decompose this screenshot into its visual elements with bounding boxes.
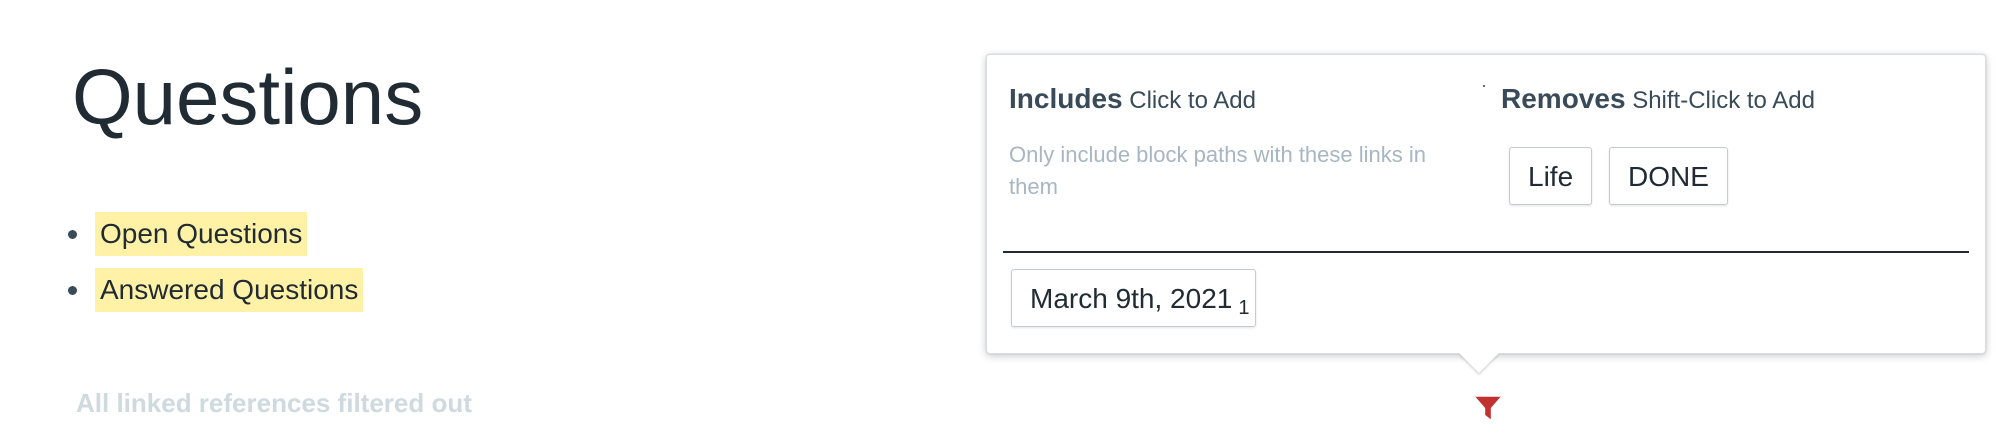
filter-icon[interactable] bbox=[1474, 394, 1502, 422]
tag-label: March 9th, 2021 bbox=[1030, 283, 1233, 314]
available-tag-date-button[interactable]: March 9th, 2021 1 bbox=[1011, 269, 1257, 327]
removed-tag-life-button[interactable]: Life bbox=[1509, 147, 1593, 205]
removes-hint: Shift-Click to Add bbox=[1632, 87, 1815, 114]
page-title[interactable]: Questions bbox=[72, 52, 423, 142]
page-link-open-questions[interactable]: Open Questions bbox=[95, 212, 308, 256]
popover-arrow bbox=[1459, 353, 1499, 373]
list-item: Open Questions bbox=[60, 212, 363, 256]
separator-dot bbox=[1483, 85, 1485, 87]
includes-header: Includes Click to Add bbox=[1009, 83, 1256, 117]
list-item: Answered Questions bbox=[60, 268, 364, 312]
block-list: Open Questions Answered Questions bbox=[60, 212, 364, 324]
removes-header: Removes Shift-Click to Add bbox=[1501, 83, 1815, 117]
includes-description: Only include block paths with these link… bbox=[1009, 142, 1426, 199]
includes-hint: Click to Add bbox=[1129, 87, 1256, 114]
removes-title: Removes bbox=[1501, 83, 1626, 114]
page-link-answered-questions[interactable]: Answered Questions bbox=[95, 268, 364, 312]
divider bbox=[1003, 251, 1969, 253]
includes-title: Includes bbox=[1009, 83, 1123, 114]
filter-popover: Includes Click to Add Only include block… bbox=[986, 54, 1986, 373]
tag-count: 1 bbox=[1238, 297, 1250, 319]
references-filtered-message: All linked references filtered out bbox=[76, 388, 472, 418]
page: Questions Open Questions Answered Questi… bbox=[0, 0, 1996, 434]
bullet-icon[interactable] bbox=[68, 229, 77, 239]
bullet-icon[interactable] bbox=[68, 285, 77, 295]
removed-tag-done-button[interactable]: DONE bbox=[1609, 147, 1728, 205]
